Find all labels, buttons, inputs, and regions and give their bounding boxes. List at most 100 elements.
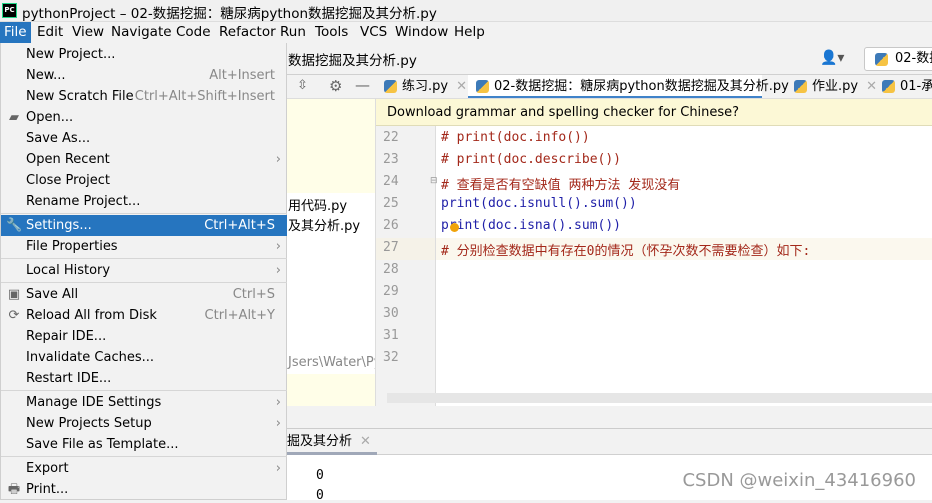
menu-item-repair-ide[interactable]: Repair IDE... — [1, 326, 287, 347]
menu-item-label: Save File as Template... — [26, 437, 179, 452]
project-highlight-area — [287, 99, 375, 193]
run-config-label: 02-数据 — [895, 51, 932, 66]
menu-window[interactable]: Window — [391, 22, 452, 43]
project-path: Jsers\Water\Pyc — [288, 355, 375, 370]
menu-item-close-project[interactable]: Close Project — [1, 170, 287, 191]
menu-item-label: Repair IDE... — [26, 329, 107, 344]
menu-item-settings[interactable]: 🔧 Settings... Ctrl+Alt+S — [1, 215, 287, 236]
shortcut: Ctrl+Alt+Shift+Insert — [134, 89, 275, 104]
menu-item-save-as[interactable]: Save As... — [1, 128, 287, 149]
menu-item-save-all[interactable]: ▣ Save All Ctrl+S — [1, 284, 287, 305]
menu-item-label: Invalidate Caches... — [26, 350, 155, 365]
collapse-all-icon[interactable]: ⇳ — [297, 78, 308, 93]
menu-item-label: New Project... — [26, 47, 116, 62]
close-icon[interactable]: ✕ — [360, 434, 371, 449]
user-icon[interactable]: 👤▾ — [820, 50, 844, 66]
chevron-right-icon: › — [275, 263, 281, 278]
menu-navigate[interactable]: Navigate — [107, 22, 176, 43]
line-number: 32 — [383, 350, 399, 365]
chevron-right-icon: › — [275, 395, 281, 410]
chevron-right-icon: › — [275, 416, 281, 431]
menu-item-save-file-as-template[interactable]: Save File as Template... — [1, 434, 287, 455]
menu-item-export[interactable]: Export › — [1, 458, 287, 479]
menu-item-label: Restart IDE... — [26, 371, 112, 386]
tab-label: 作业.py — [812, 79, 859, 94]
tab-lianxi[interactable]: 练习.py ✕ — [376, 75, 468, 98]
close-icon[interactable]: ✕ — [456, 79, 467, 94]
menu-item-manage-ide-settings[interactable]: Manage IDE Settings › — [1, 392, 287, 413]
menu-refactor[interactable]: Refactor — [215, 22, 280, 43]
menu-item-restart-ide[interactable]: Restart IDE... — [1, 368, 287, 389]
line-number: 23 — [383, 152, 399, 167]
code-line: # print(doc.describe()) — [441, 152, 622, 167]
tab-01[interactable]: 01-承 — [874, 75, 932, 98]
minimize-icon[interactable]: — — [355, 76, 370, 94]
menu-separator — [1, 456, 287, 457]
chevron-right-icon: › — [275, 461, 281, 476]
code-line: print(doc.isna().sum()) — [441, 218, 622, 233]
menu-item-label: Rename Project... — [26, 194, 141, 209]
menu-edit[interactable]: Edit — [33, 22, 67, 43]
menu-item-reload-all[interactable]: ⟳ Reload All from Disk Ctrl+Alt+Y — [1, 305, 287, 326]
menu-view[interactable]: View — [68, 22, 108, 43]
menu-item-new[interactable]: New... Alt+Insert — [1, 65, 287, 86]
menu-item-label: Close Project — [26, 173, 111, 188]
menu-separator — [1, 258, 287, 259]
menu-run[interactable]: Run — [276, 22, 310, 43]
python-file-icon — [882, 80, 895, 93]
chevron-right-icon: › — [275, 239, 281, 254]
project-file[interactable]: 及其分析.py — [288, 215, 360, 234]
menu-item-label: Open Recent — [26, 152, 110, 167]
pycharm-logo-icon: PC — [2, 3, 17, 18]
code-editor[interactable]: ⊟ # print(doc.info()) # print(doc.descri… — [430, 126, 932, 406]
watermark: CSDN @weixin_43416960 — [682, 470, 916, 491]
run-tab[interactable]: 掘及其分析 ✕ — [287, 429, 377, 455]
notification-banner[interactable]: Download grammar and spelling checker fo… — [376, 99, 932, 126]
file-menu-dropdown: New Project... New... Alt+Insert New Scra… — [0, 43, 287, 500]
menu-item-new-project[interactable]: New Project... — [1, 44, 287, 65]
run-configuration-select[interactable]: 02-数据 — [864, 47, 932, 71]
menu-item-local-history[interactable]: Local History › — [1, 260, 287, 281]
menu-item-new-projects-setup[interactable]: New Projects Setup › — [1, 413, 287, 434]
line-number: 31 — [383, 328, 399, 343]
gear-icon[interactable]: ⚙ — [329, 77, 342, 95]
project-panel: 用代码.py 及其分析.py Jsers\Water\Pyc — [287, 99, 376, 429]
menu-tools[interactable]: Tools — [311, 22, 352, 43]
tab-zuoye[interactable]: 作业.py ✕ — [786, 75, 886, 98]
menu-help[interactable]: Help — [450, 22, 489, 43]
chevron-right-icon: › — [275, 152, 281, 167]
menu-item-open[interactable]: ▰ Open... — [1, 107, 287, 128]
menu-code[interactable]: Code — [172, 22, 215, 43]
editor-footer — [287, 406, 932, 428]
menu-item-new-scratch-file[interactable]: New Scratch File Ctrl+Alt+Shift+Insert — [1, 86, 287, 107]
menu-item-label: New Projects Setup — [26, 416, 152, 431]
lightbulb-icon[interactable] — [450, 223, 459, 232]
menu-separator — [1, 390, 287, 391]
print-icon: 🖶 — [7, 482, 21, 497]
tab-diabetes-analysis[interactable]: 02-数据挖掘：糖尿病python数据挖掘及其分析.py✕ — [468, 75, 808, 98]
menu-item-file-properties[interactable]: File Properties › — [1, 236, 287, 257]
shortcut: Ctrl+Alt+Y — [204, 308, 275, 323]
menu-item-print[interactable]: 🖶 Print... — [1, 479, 287, 500]
breadcrumb[interactable]: 数据挖掘及其分析.py — [288, 49, 417, 69]
tab-label: 02-数据挖掘：糖尿病python数据挖掘及其分析.py — [494, 79, 789, 94]
menu-item-rename-project[interactable]: Rename Project... — [1, 191, 287, 212]
horizontal-scrollbar[interactable] — [387, 393, 932, 403]
menu-bar: File Edit View Navigate Code Refactor Ru… — [0, 22, 932, 43]
fold-icon[interactable]: ⊟ — [430, 176, 438, 186]
menu-item-invalidate-caches[interactable]: Invalidate Caches... — [1, 347, 287, 368]
project-file[interactable]: 用代码.py — [288, 195, 347, 214]
menu-file[interactable]: File — [0, 22, 31, 43]
tab-label: 练习.py — [402, 79, 449, 94]
python-file-icon — [875, 53, 888, 66]
menu-item-label: Save All — [26, 287, 79, 302]
menu-vcs[interactable]: VCS — [356, 22, 391, 43]
line-number: 28 — [383, 262, 399, 277]
python-file-icon — [794, 80, 807, 93]
folder-icon: ▰ — [9, 110, 19, 125]
code-line: print(doc.isnull().sum()) — [441, 196, 637, 211]
menu-item-open-recent[interactable]: Open Recent › — [1, 149, 287, 170]
reload-icon: ⟳ — [8, 308, 20, 323]
menu-separator — [1, 282, 287, 283]
menu-separator — [1, 213, 287, 214]
